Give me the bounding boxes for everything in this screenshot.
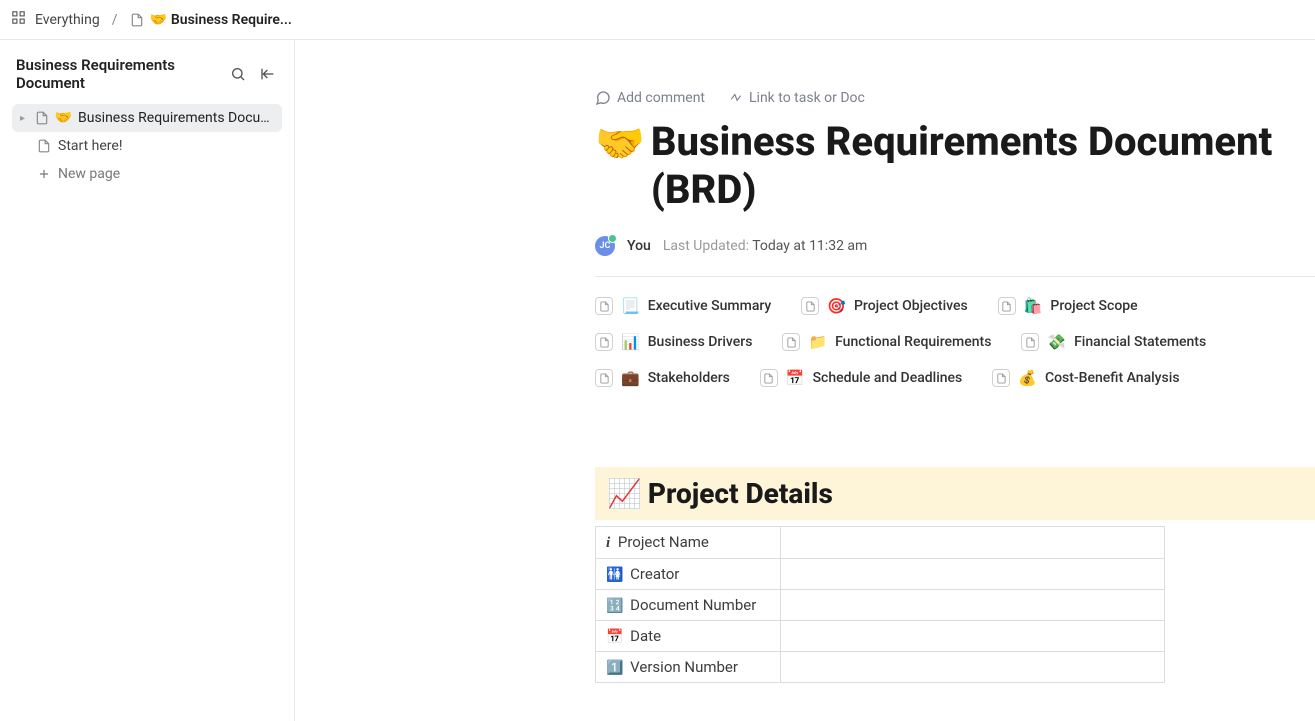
link-emoji: 💰 — [1018, 369, 1037, 387]
link-label: Stakeholders — [648, 370, 730, 386]
updated-value: Today at 11:32 am — [752, 238, 867, 254]
link-label: Financial Statements — [1074, 334, 1206, 350]
add-comment-button[interactable]: Add comment — [595, 90, 705, 106]
doc-icon — [782, 333, 800, 351]
cell-label: 📅 Date — [596, 621, 781, 652]
link-label: Business Drivers — [648, 334, 753, 350]
link-emoji: 📅 — [786, 369, 805, 387]
info-icon: i — [606, 535, 610, 551]
row-icon: 🔢 — [606, 598, 623, 614]
chevron-right-icon[interactable]: ▸ — [20, 113, 29, 124]
breadcrumb-root[interactable]: Everything — [31, 10, 104, 30]
subpage-link[interactable]: 📊 Business Drivers — [595, 333, 752, 351]
subpage-link[interactable]: 📃 Executive Summary — [595, 297, 771, 315]
link-emoji: 💼 — [621, 369, 640, 387]
link-label: Project Scope — [1050, 298, 1137, 314]
doc-icon — [801, 297, 819, 315]
doc-emoji[interactable]: 🤝 — [595, 120, 645, 168]
link-emoji: 💸 — [1047, 333, 1066, 351]
doc-icon — [129, 12, 145, 28]
app-grid-icon[interactable] — [12, 11, 25, 28]
doc-icon — [35, 110, 49, 126]
doc-meta: JC You Last Updated: Today at 11:32 am — [595, 236, 1315, 256]
cell-value[interactable] — [781, 527, 1165, 559]
table-row: 1️⃣ Version Number — [596, 652, 1165, 683]
link-label: Project Objectives — [854, 298, 968, 314]
collapse-sidebar-icon[interactable] — [258, 64, 278, 84]
subpage-link[interactable]: 💸 Financial Statements — [1021, 333, 1206, 351]
sidebar-item-label: Start here! — [58, 138, 122, 154]
sidebar-item-label: Business Requirements Document ... — [78, 110, 274, 126]
sidebar-item-start[interactable]: Start here! — [12, 132, 282, 160]
main-content: Add comment Link to task or Doc 🤝 Busine… — [295, 40, 1315, 721]
doc-icon — [36, 138, 52, 154]
subpage-link[interactable]: 💰 Cost-Benefit Analysis — [992, 369, 1179, 387]
sidebar-title: Business Requirements Document — [16, 56, 228, 92]
divider — [595, 276, 1315, 277]
link-emoji: 📁 — [808, 333, 827, 351]
cell-label: 🔢 Document Number — [596, 590, 781, 621]
table-row: i Project Name — [596, 527, 1165, 559]
link-label: Cost-Benefit Analysis — [1045, 370, 1180, 386]
link-label: Executive Summary — [648, 298, 772, 314]
breadcrumb-current[interactable]: 🤝 Business Require... — [125, 10, 295, 30]
link-label: Schedule and Deadlines — [813, 370, 963, 386]
doc-title[interactable]: 🤝 Business Requirements Document (BRD) — [595, 118, 1315, 214]
cell-label: 🚻 Creator — [596, 559, 781, 590]
cell-value[interactable] — [781, 559, 1165, 590]
sidebar: Business Requirements Document ▸ 🤝 Busin… — [0, 40, 295, 721]
table-row: 🔢 Document Number — [596, 590, 1165, 621]
table-row: 🚻 Creator — [596, 559, 1165, 590]
row-icon: 1️⃣ — [606, 660, 623, 676]
doc-icon — [595, 369, 613, 387]
doc-icon — [595, 297, 613, 315]
author-you: You — [627, 238, 651, 254]
subpage-link[interactable]: 💼 Stakeholders — [595, 369, 730, 387]
cell-label: i Project Name — [596, 527, 781, 559]
doc-icon — [595, 333, 613, 351]
link-label: Functional Requirements — [835, 334, 991, 350]
doc-icon — [992, 369, 1010, 387]
topbar: Everything / 🤝 Business Require... — [0, 0, 1315, 40]
link-emoji: 🛍️ — [1024, 297, 1043, 315]
cell-value[interactable] — [781, 621, 1165, 652]
link-emoji: 📊 — [621, 333, 640, 351]
link-task-button[interactable]: Link to task or Doc — [729, 90, 865, 106]
avatar[interactable]: JC — [595, 236, 615, 256]
doc-icon — [1021, 333, 1039, 351]
breadcrumb-sep: / — [112, 12, 118, 28]
row-icon: 🚻 — [606, 567, 623, 583]
sidebar-item-brd[interactable]: ▸ 🤝 Business Requirements Document ... — [12, 104, 282, 132]
link-emoji: 🎯 — [827, 297, 846, 315]
subpage-link[interactable]: 🛍️ Project Scope — [998, 297, 1138, 315]
plus-icon — [36, 166, 52, 182]
new-page-button[interactable]: New page — [12, 160, 282, 188]
subpage-link[interactable]: 📁 Functional Requirements — [782, 333, 991, 351]
search-icon[interactable] — [228, 64, 248, 84]
link-emoji: 📃 — [621, 297, 640, 315]
updated-label: Last Updated: — [663, 238, 749, 254]
cell-label: 1️⃣ Version Number — [596, 652, 781, 683]
subpage-links: 📃 Executive Summary 🎯 Project Objectives 🛍️ P… — [595, 297, 1315, 387]
table-row: 📅 Date — [596, 621, 1165, 652]
subpage-link[interactable]: 📅 Schedule and Deadlines — [760, 369, 962, 387]
doc-icon — [760, 369, 778, 387]
doc-icon — [998, 297, 1016, 315]
cell-value[interactable] — [781, 590, 1165, 621]
project-details-table: i Project Name🚻 Creator🔢 Document Number… — [595, 526, 1165, 683]
section-project-details: 📈 Project Details — [595, 467, 1315, 520]
chart-up-icon: 📈 — [607, 477, 642, 510]
row-icon: 📅 — [606, 629, 623, 645]
cell-value[interactable] — [781, 652, 1165, 683]
subpage-link[interactable]: 🎯 Project Objectives — [801, 297, 967, 315]
